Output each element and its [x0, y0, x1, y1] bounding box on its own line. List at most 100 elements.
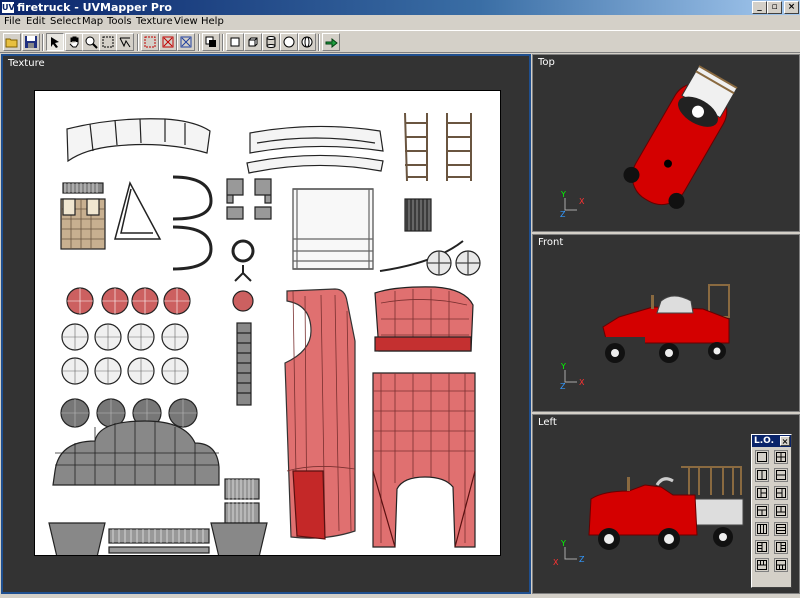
split-vertical-icon — [757, 470, 767, 480]
texture-panel-label: Texture — [8, 58, 45, 69]
cylinder-icon — [266, 36, 276, 48]
box-select-icon — [102, 36, 114, 48]
zoom-tool-button[interactable] — [82, 33, 100, 51]
split-horizontal-icon — [776, 470, 786, 480]
top-split-icon — [757, 506, 767, 516]
menu-tools[interactable]: Tools — [107, 15, 132, 29]
layout-button-6[interactable] — [774, 486, 788, 500]
left-panel-label: Left — [538, 417, 557, 428]
layout-button-14[interactable] — [774, 558, 788, 572]
toolbar-separator — [137, 34, 139, 51]
copy-button[interactable] — [202, 33, 220, 51]
menu-help[interactable]: Help — [201, 15, 224, 29]
svg-text:X: X — [553, 558, 559, 567]
select-tool-button[interactable] — [46, 33, 64, 51]
svg-text:Z: Z — [560, 210, 566, 219]
layout-button-12[interactable] — [774, 540, 788, 554]
truck-top-view: Y X Z — [560, 65, 738, 219]
svg-text:X: X — [579, 197, 585, 206]
uv-layout-drawing — [48, 112, 481, 558]
svg-text:Z: Z — [579, 555, 585, 564]
top-panel-label: Top — [538, 57, 555, 68]
layout-button-10[interactable] — [774, 522, 788, 536]
layout-button-9[interactable] — [755, 522, 769, 536]
maximize-button[interactable]: ▫ — [767, 1, 782, 14]
hand-pan-icon — [69, 36, 79, 48]
menu-view[interactable]: View — [174, 15, 198, 29]
zoom-icon — [85, 36, 98, 49]
menu-map[interactable]: Map — [82, 15, 103, 29]
svg-text:Y: Y — [560, 190, 566, 199]
select-arrow-icon — [51, 37, 59, 48]
select-region-icon — [144, 36, 156, 48]
uv-map-canvas[interactable] — [34, 90, 501, 558]
select-region-button[interactable] — [141, 33, 159, 51]
save-icon — [25, 36, 37, 48]
layout-button-2[interactable] — [774, 450, 788, 464]
right-split-icon — [776, 488, 786, 498]
layout-palette[interactable]: L.O. × — [751, 434, 792, 588]
minimize-button[interactable]: _ — [752, 1, 767, 14]
grid-top-icon — [757, 560, 767, 570]
lasso-icon — [119, 37, 131, 48]
truck-front-view: Y X Z — [560, 284, 730, 391]
cylinder-cap-map-button[interactable] — [298, 33, 316, 51]
toolbar-separator — [318, 34, 320, 51]
grid-left-icon — [757, 542, 767, 552]
menu-texture[interactable]: Texture — [136, 15, 173, 29]
open-icon — [5, 38, 18, 48]
copy-icon — [205, 36, 216, 47]
layout-button-5[interactable] — [755, 486, 769, 500]
invert-select-button[interactable] — [177, 33, 195, 51]
menu-select[interactable]: Select — [50, 15, 81, 29]
top-viewport[interactable]: Top Y X Z — [532, 54, 800, 232]
texture-viewport[interactable]: Texture — [1, 54, 531, 594]
sphere-map-button[interactable] — [280, 33, 298, 51]
layout-palette-title: L.O. × — [752, 435, 791, 447]
save-button[interactable] — [22, 33, 40, 51]
sphere-icon — [283, 36, 295, 48]
deselect-button[interactable] — [159, 33, 177, 51]
left-split-icon — [757, 488, 767, 498]
box-map-button[interactable] — [244, 33, 262, 51]
layout-button-1[interactable] — [755, 450, 769, 464]
planar-map-button[interactable] — [226, 33, 244, 51]
title-bar: UV firetruck - UVMapper Pro _ ▫ × — [0, 0, 800, 15]
quad-view-icon — [776, 452, 786, 462]
palette-close-icon[interactable]: × — [780, 436, 790, 446]
status-bar — [0, 594, 800, 598]
menu-bar: File Edit Select Map Tools Texture View … — [0, 15, 800, 29]
axis-gizmo: Y X Z — [560, 190, 585, 219]
toolbar-separator — [42, 34, 44, 51]
layout-button-11[interactable] — [755, 540, 769, 554]
axis-gizmo: Y X Z — [560, 362, 585, 391]
bottom-split-icon — [776, 506, 786, 516]
layout-button-8[interactable] — [774, 504, 788, 518]
layout-button-3[interactable] — [755, 468, 769, 482]
close-button[interactable]: × — [784, 1, 799, 14]
front-viewport[interactable]: Front Y X Z — [532, 234, 800, 412]
layout-button-4[interactable] — [774, 468, 788, 482]
single-view-icon — [757, 452, 767, 462]
box-map-icon — [248, 37, 258, 47]
export-button[interactable] — [322, 33, 340, 51]
svg-text:X: X — [579, 378, 585, 387]
layout-button-7[interactable] — [755, 504, 769, 518]
open-button[interactable] — [3, 33, 21, 51]
deselect-icon — [162, 36, 174, 48]
pan-tool-button[interactable] — [65, 33, 83, 51]
grid-right-icon — [776, 542, 786, 552]
invert-select-icon — [180, 36, 192, 48]
toolbar-separator — [222, 34, 224, 51]
lasso-button[interactable] — [116, 33, 134, 51]
layout-button-13[interactable] — [755, 558, 769, 572]
menu-edit[interactable]: Edit — [26, 15, 45, 29]
box-select-button[interactable] — [99, 33, 117, 51]
app-icon: UV — [2, 2, 15, 13]
menu-file[interactable]: File — [4, 15, 21, 29]
cylinder-cap-icon — [301, 36, 313, 48]
cylinder-map-button[interactable] — [262, 33, 280, 51]
svg-text:Y: Y — [560, 539, 566, 548]
window-title: firetruck - UVMapper Pro — [17, 1, 172, 14]
front-panel-label: Front — [538, 237, 564, 248]
